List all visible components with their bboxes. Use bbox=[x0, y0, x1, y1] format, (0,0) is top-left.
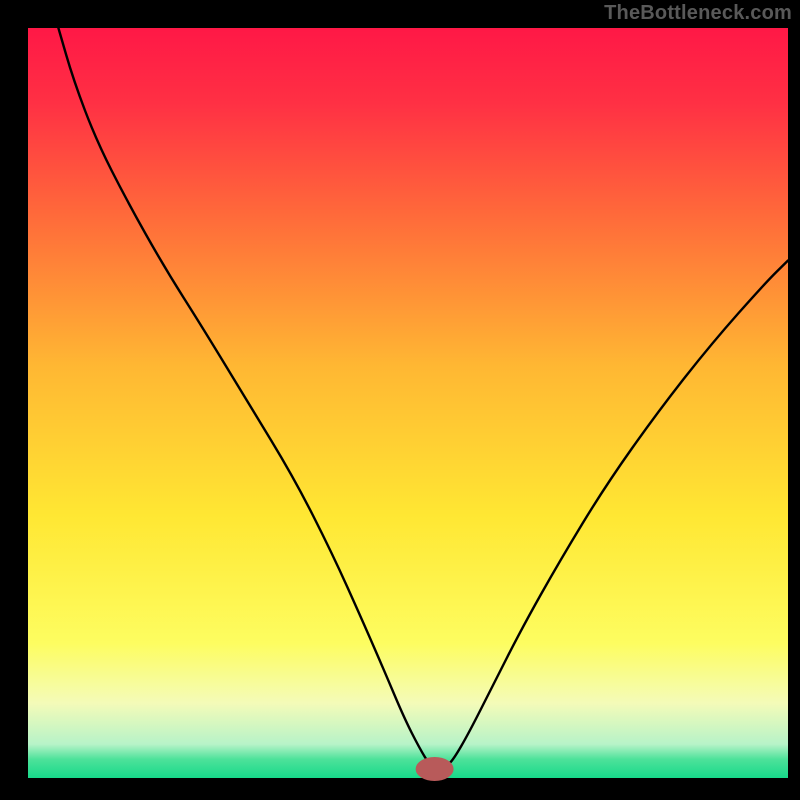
watermark-label: TheBottleneck.com bbox=[604, 2, 792, 25]
plot-background bbox=[28, 28, 788, 778]
optimal-marker bbox=[416, 757, 454, 781]
chart-frame: TheBottleneck.com bbox=[0, 0, 800, 800]
bottleneck-chart bbox=[0, 0, 800, 800]
